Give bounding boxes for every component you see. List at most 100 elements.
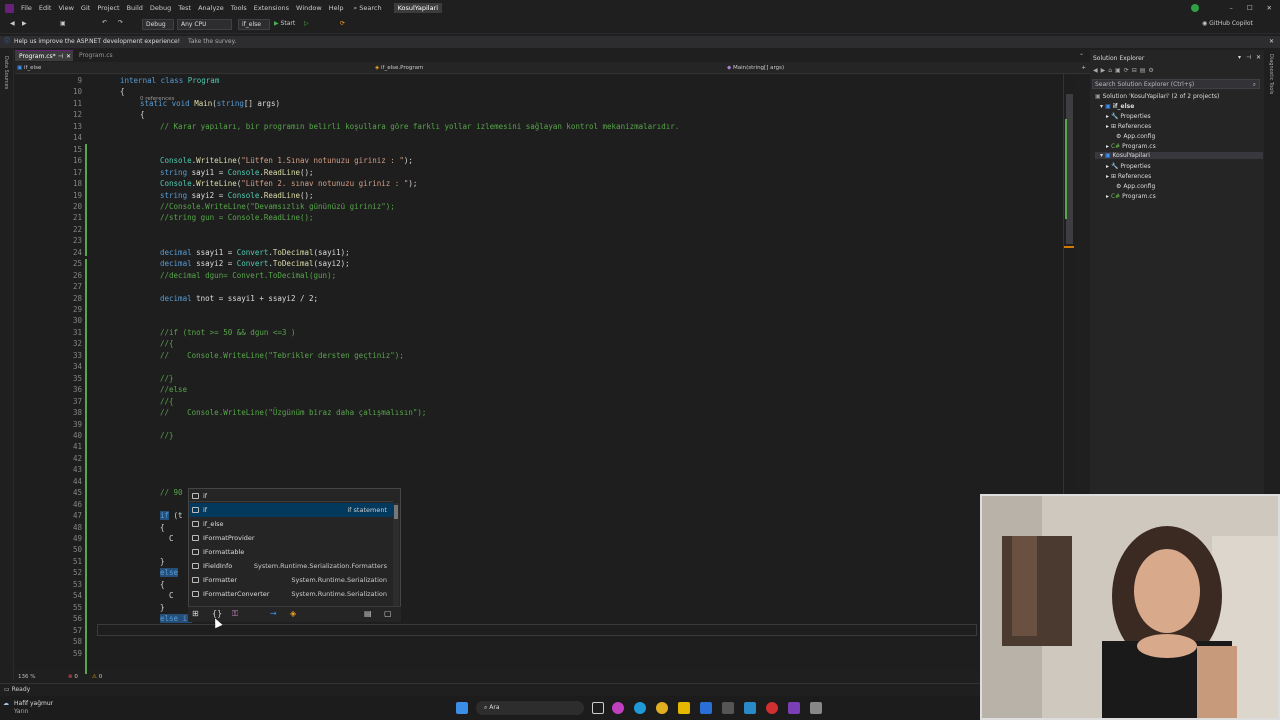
code-line[interactable]: }: [160, 557, 165, 566]
code-line[interactable]: {: [140, 110, 145, 119]
menu-help[interactable]: Help: [329, 4, 344, 12]
code-line[interactable]: {: [120, 87, 125, 96]
menu-git[interactable]: Git: [81, 4, 90, 12]
redo-icon[interactable]: ↷: [118, 19, 123, 26]
task-view-icon[interactable]: [592, 702, 604, 714]
completion-item[interactable]: IFormatterConverter System.Runtime.Serial…: [189, 587, 393, 601]
menu-extensions[interactable]: Extensions: [254, 4, 289, 12]
code-line[interactable]: if (t: [160, 511, 183, 521]
menu-test[interactable]: Test: [178, 4, 191, 12]
tab-program-cs-active[interactable]: Program.cs* ⊣ ✕: [15, 50, 73, 61]
code-line[interactable]: decimal ssayi2 = Convert.ToDecimal(sayi2…: [160, 259, 350, 268]
panel-pin-icon[interactable]: ⊣: [1246, 54, 1251, 61]
code-editor[interactable]: 9 internal class Program 10{11 static void …: [15, 74, 1075, 674]
menu-view[interactable]: View: [58, 4, 73, 12]
panel-close-icon[interactable]: ✕: [1256, 54, 1261, 61]
tab-list-icon[interactable]: ⌄: [1079, 50, 1084, 57]
completion-item[interactable]: IFieldInfo System.Runtime.Serialization.F…: [189, 559, 393, 573]
code-line[interactable]: {: [160, 523, 165, 532]
edge-icon[interactable]: [634, 702, 646, 714]
scrollbar-thumb[interactable]: [1066, 94, 1073, 244]
copilot-app-icon[interactable]: [612, 702, 624, 714]
filter-namespaces-icon[interactable]: ▤: [364, 609, 372, 618]
tree-item-properties[interactable]: ▸ 🔧 Properties: [1106, 113, 1151, 120]
tree-item-program-cs[interactable]: ▸ C# Program.cs: [1106, 143, 1156, 150]
tab-program-cs[interactable]: Program.cs: [75, 50, 125, 61]
solution-node[interactable]: ▣ Solution 'KosulYapilari' (2 of 2 proje…: [1095, 93, 1219, 100]
code-line[interactable]: //{: [160, 339, 174, 348]
tree-item-properties[interactable]: ▸ 🔧 Properties: [1106, 163, 1151, 170]
code-line[interactable]: {: [160, 580, 165, 589]
code-line[interactable]: // Karar yapıları, bir programın belirli…: [160, 122, 679, 131]
start-button[interactable]: ▶ Start: [274, 20, 295, 27]
visual-studio-icon[interactable]: [788, 702, 800, 714]
tree-item-references[interactable]: ▸ ⊞ References: [1106, 173, 1151, 180]
menu-edit[interactable]: Edit: [39, 4, 52, 12]
save-all-icon[interactable]: ▣: [60, 20, 66, 27]
minimize-icon[interactable]: –: [1229, 4, 1232, 12]
code-line[interactable]: //decimal dgun= Convert.ToDecimal(gun);: [160, 271, 336, 280]
completion-item[interactable]: IFormattable: [189, 545, 393, 559]
code-line[interactable]: //}: [160, 431, 174, 440]
tree-item-app-config[interactable]: ⚙ App.config: [1116, 133, 1155, 140]
code-line[interactable]: Console.WriteLine("Lütfen 1.Sınav notunu…: [160, 156, 413, 165]
undo-icon[interactable]: ↶: [102, 19, 107, 26]
code-line[interactable]: else: [160, 568, 179, 578]
start-button[interactable]: [456, 702, 468, 714]
account-avatar[interactable]: [1191, 4, 1200, 12]
completion-item[interactable]: if if statement: [189, 503, 393, 517]
search-button[interactable]: ⌕ Search: [354, 4, 382, 13]
menu-window[interactable]: Window: [296, 4, 322, 12]
project-node-kosulyapilari[interactable]: ▾ ▣ KosulYapilari: [1095, 152, 1263, 159]
survey-link[interactable]: Take the survey.: [188, 38, 236, 45]
project-node-if-else[interactable]: ▾ ▣ if_else: [1100, 103, 1134, 110]
menu-debug[interactable]: Debug: [150, 4, 171, 12]
tree-item-app-config[interactable]: ⚙ App.config: [1116, 183, 1155, 190]
panel-options-icon[interactable]: ▾: [1238, 54, 1241, 61]
completion-item[interactable]: if_else: [189, 517, 393, 531]
filter-keywords-icon[interactable]: ⚿: [232, 609, 238, 619]
tree-item-program-cs[interactable]: ▸ C# Program.cs: [1106, 193, 1156, 200]
taskbar-search[interactable]: ⌕ Ara: [476, 701, 584, 715]
code-line[interactable]: //Console.WriteLine("Devamsızlık gününüz…: [160, 202, 395, 211]
git-icon[interactable]: [766, 702, 778, 714]
platform-dropdown[interactable]: Any CPU: [177, 19, 232, 30]
start-without-debug-icon[interactable]: ▷: [304, 20, 309, 27]
code-line[interactable]: //if (tnot >= 50 && dgun <=3 ): [160, 328, 295, 337]
class-nav-dropdown[interactable]: ◈ if_else.Program: [375, 62, 695, 74]
project-nav-dropdown[interactable]: ▣ if_else: [17, 62, 177, 74]
data-sources-tab[interactable]: Data Sources: [3, 56, 9, 89]
tab-close-icon[interactable]: ✕: [66, 51, 71, 62]
vs-logo-icon[interactable]: [5, 3, 14, 13]
filter-classes-icon[interactable]: ◈: [290, 609, 296, 618]
app-icon[interactable]: [810, 702, 822, 714]
code-line[interactable]: }: [160, 603, 165, 612]
calculator-icon[interactable]: [722, 702, 734, 714]
completion-item[interactable]: IFormatProvider: [189, 531, 393, 545]
back-icon[interactable]: ◀: [10, 20, 15, 27]
maximize-icon[interactable]: ☐: [1247, 4, 1253, 12]
filter-snippets-icon[interactable]: ⊞: [192, 609, 199, 618]
code-line[interactable]: //string gun = Console.ReadLine();: [160, 213, 314, 222]
filter-methods-icon[interactable]: ⇝: [270, 609, 277, 618]
member-nav-dropdown[interactable]: ◆ Main(string[] args): [727, 62, 1067, 74]
code-line[interactable]: // Console.WriteLine("Tebrikler dersten …: [160, 351, 404, 360]
code-line[interactable]: //{: [160, 397, 174, 406]
intellisense-popup[interactable]: if if if statement if_else IFormatProvider I…: [188, 488, 401, 622]
pin-icon[interactable]: ⊣: [58, 51, 63, 62]
mail-icon[interactable]: [700, 702, 712, 714]
infobar-close-icon[interactable]: ✕: [1269, 36, 1274, 48]
filter-expand-icon[interactable]: ▢: [384, 609, 392, 618]
code-line[interactable]: string sayi2 = Console.ReadLine();: [160, 191, 314, 200]
popup-scrollbar[interactable]: [393, 503, 399, 608]
menu-tools[interactable]: Tools: [231, 4, 247, 12]
code-line[interactable]: decimal ssayi1 = Convert.ToDecimal(sayi1…: [160, 248, 350, 257]
code-line[interactable]: string sayi1 = Console.ReadLine();: [160, 168, 314, 177]
chrome-icon[interactable]: [656, 702, 668, 714]
forward-icon[interactable]: ▶: [22, 20, 27, 27]
menu-file[interactable]: File: [21, 4, 32, 12]
code-line[interactable]: internal class Program: [120, 76, 219, 85]
warning-count[interactable]: ⚠ 0: [92, 671, 102, 683]
menu-analyze[interactable]: Analyze: [198, 4, 224, 12]
diagnostic-tools-tab[interactable]: Diagnostic Tools: [1268, 54, 1274, 94]
